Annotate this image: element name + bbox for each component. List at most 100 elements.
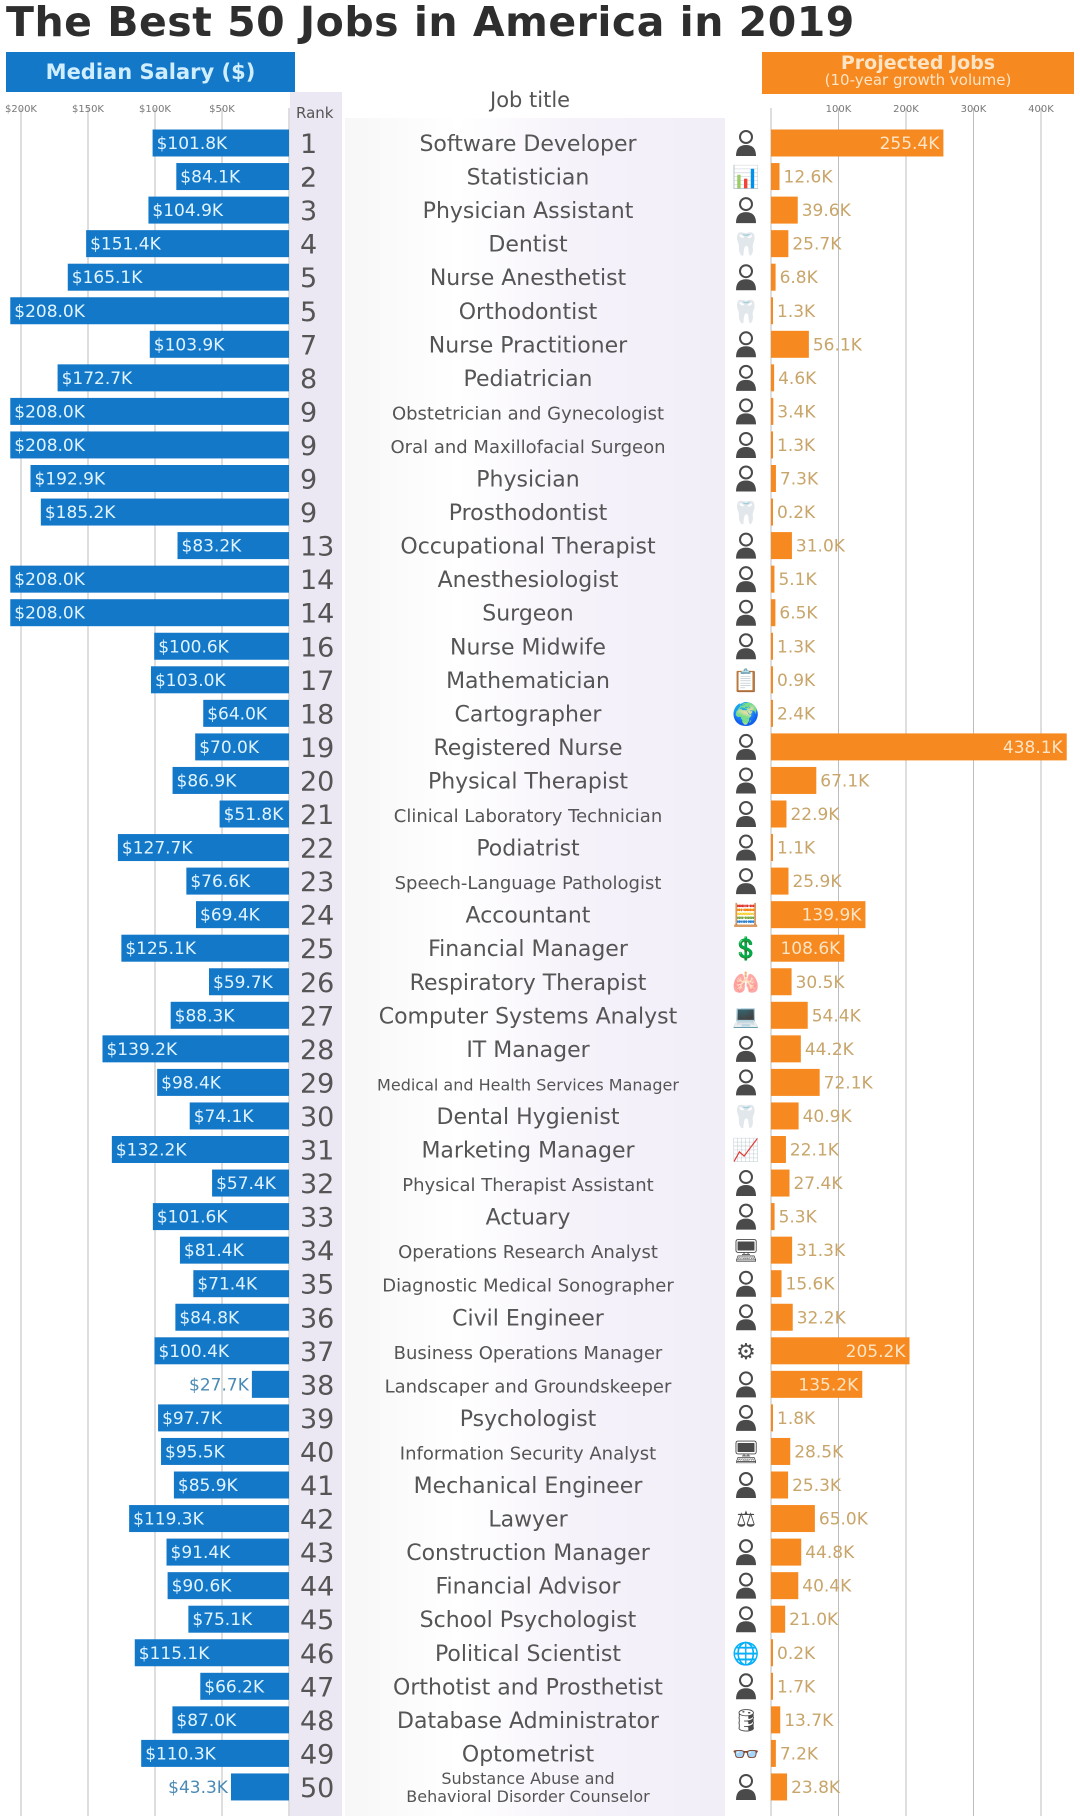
- job-title: Political Scientist: [435, 1642, 621, 1667]
- icon-body: [736, 1587, 756, 1599]
- icon-head: [739, 364, 753, 379]
- icon-body: [736, 413, 756, 425]
- surgeon-face-icon: [736, 431, 756, 458]
- gears-person-icon-glyph: ⚙: [736, 1340, 756, 1365]
- job-title: Cartographer: [455, 702, 603, 727]
- job-row: $101.8K 1 Software Developer 255.4K: [152, 129, 944, 160]
- jobs-bar: [771, 1203, 775, 1231]
- jobs-bar: [771, 1605, 786, 1633]
- job-row: $43.3K 50 Substance Abuse andBehavioral Di…: [168, 1769, 841, 1806]
- icon-body: [736, 1487, 756, 1498]
- icon-head: [739, 868, 753, 883]
- jobs-value-label: 23.8K: [791, 1778, 841, 1798]
- icon-head: [739, 1371, 753, 1386]
- jobs-bar: [771, 834, 773, 862]
- job-title: Orthodontist: [459, 300, 598, 325]
- job-row: $100.6K 16 Nurse Midwife 1.3K: [154, 632, 816, 663]
- salary-value-label: $85.9K: [178, 1476, 239, 1496]
- braces-icon-glyph: 🦷: [732, 299, 759, 325]
- icon-head: [739, 1170, 753, 1185]
- rank-number: 16: [300, 632, 334, 663]
- icon-head: [739, 801, 753, 815]
- rank-number: 27: [300, 1001, 334, 1032]
- jobs-value-label: 1.3K: [777, 637, 816, 657]
- salary-value-label: $208.0K: [14, 302, 85, 322]
- midwife-icon: [736, 633, 756, 660]
- salary-value-label: $132.2K: [116, 1141, 187, 1161]
- jobs-bar: [771, 163, 780, 191]
- jobs-value-label: 5.1K: [778, 570, 817, 590]
- job-title: Civil Engineer: [452, 1306, 605, 1331]
- icon-body: [736, 279, 756, 291]
- axis-ticks: $200K $150K $100K $50K 100K 200K 300K 400K: [5, 104, 1054, 115]
- jobs-value-label: 135.2K: [798, 1375, 859, 1395]
- jobs-value-label: 3.4K: [777, 402, 816, 422]
- icon-body: [736, 1554, 756, 1566]
- salary-tick-label: $50K: [209, 104, 235, 115]
- job-row: $208.0K 9 Oral and Maxillofacial Surgeon 1.…: [10, 431, 816, 462]
- rank-number: 30: [300, 1102, 334, 1133]
- icon-body: [736, 1386, 756, 1398]
- jobs-value-label: 67.1K: [820, 771, 870, 791]
- jobs-bar: [771, 1102, 799, 1130]
- jobs-bar: [771, 632, 773, 660]
- math-board-icon: 📋: [732, 668, 759, 694]
- job-row: $27.7K 38 Landscaper and Groundskeeper 135.…: [189, 1370, 863, 1401]
- salary-value-label: $185.2K: [45, 503, 116, 523]
- rank-number: 49: [300, 1739, 334, 1770]
- jobs-value-label: 40.4K: [802, 1577, 852, 1597]
- tooth-implant-icon-glyph: 🦷: [732, 500, 759, 526]
- dollar-person-icon: 💲: [732, 936, 759, 962]
- icon-body: [736, 480, 756, 492]
- jobs-value-label: 7.2K: [780, 1744, 819, 1764]
- rank-number: 48: [300, 1706, 334, 1737]
- job-title: Operations Research Analyst: [398, 1242, 658, 1263]
- salary-tick-label: $100K: [139, 104, 171, 115]
- jobs-tick-label: 300K: [961, 104, 987, 115]
- icon-head: [739, 331, 753, 346]
- jobs-value-label: 32.2K: [797, 1308, 847, 1328]
- icon-head: [739, 398, 753, 413]
- job-title: Psychologist: [460, 1407, 597, 1432]
- math-board-icon-glyph: 📋: [732, 668, 759, 694]
- job-row: $91.4K 43 Construction Manager 44.8K: [166, 1538, 855, 1569]
- salary-value-label: $100.4K: [158, 1342, 229, 1362]
- job-title: Respiratory Therapist: [410, 971, 647, 996]
- salary-value-label: $127.7K: [122, 839, 193, 859]
- salary-value-label: $100.6K: [158, 637, 229, 657]
- jobs-value-label: 27.4K: [793, 1174, 843, 1194]
- icon-body: [736, 1218, 756, 1230]
- scales-icon-glyph: ⚖: [736, 1508, 756, 1533]
- icon-head: [739, 834, 753, 849]
- salary-value-label: $110.3K: [145, 1744, 216, 1764]
- rank-number: 31: [300, 1136, 334, 1167]
- jobs-value-label: 56.1K: [813, 335, 863, 355]
- icon-head: [739, 767, 753, 782]
- rank-number: 5: [300, 263, 317, 294]
- doctor-icon: [736, 197, 756, 224]
- job-row: $83.2K 13 Occupational Therapist 31.0K: [177, 532, 846, 563]
- landscaper-icon: [736, 1371, 756, 1398]
- job-row: $87.0K 48 Database Administrator 🛢 13.7K: [172, 1706, 834, 1737]
- icon-body: [736, 379, 756, 391]
- jobs-value-label: 4.6K: [778, 369, 817, 389]
- teacher-child-icon: [736, 1606, 756, 1633]
- jobs-bar: [771, 1505, 815, 1533]
- tooth-icon: 🦷: [732, 232, 759, 258]
- salary-value-label: $84.1K: [180, 168, 241, 188]
- jobs-value-label: 44.2K: [805, 1040, 855, 1060]
- salary-value-label: $81.4K: [184, 1241, 245, 1261]
- job-title: Information Security Analyst: [400, 1443, 656, 1464]
- rank-number: 22: [300, 834, 334, 865]
- icon-body: [736, 1688, 756, 1700]
- job-row: $81.4K 34 Operations Research Analyst 🖥 31.3…: [179, 1236, 846, 1267]
- job-title: Diagnostic Medical Sonographer: [382, 1276, 674, 1297]
- icon-head: [739, 599, 753, 614]
- jobs-value-label: 40.9K: [803, 1107, 853, 1127]
- jobs-bar: [771, 297, 773, 325]
- actuary-icon: [736, 1203, 756, 1230]
- job-row: $84.1K 2 Statistician 📊 12.6K: [176, 163, 833, 194]
- salary-value-label: $192.9K: [35, 470, 106, 490]
- psychologist-icon: [736, 1404, 756, 1431]
- jobs-tick-label: 200K: [893, 104, 919, 115]
